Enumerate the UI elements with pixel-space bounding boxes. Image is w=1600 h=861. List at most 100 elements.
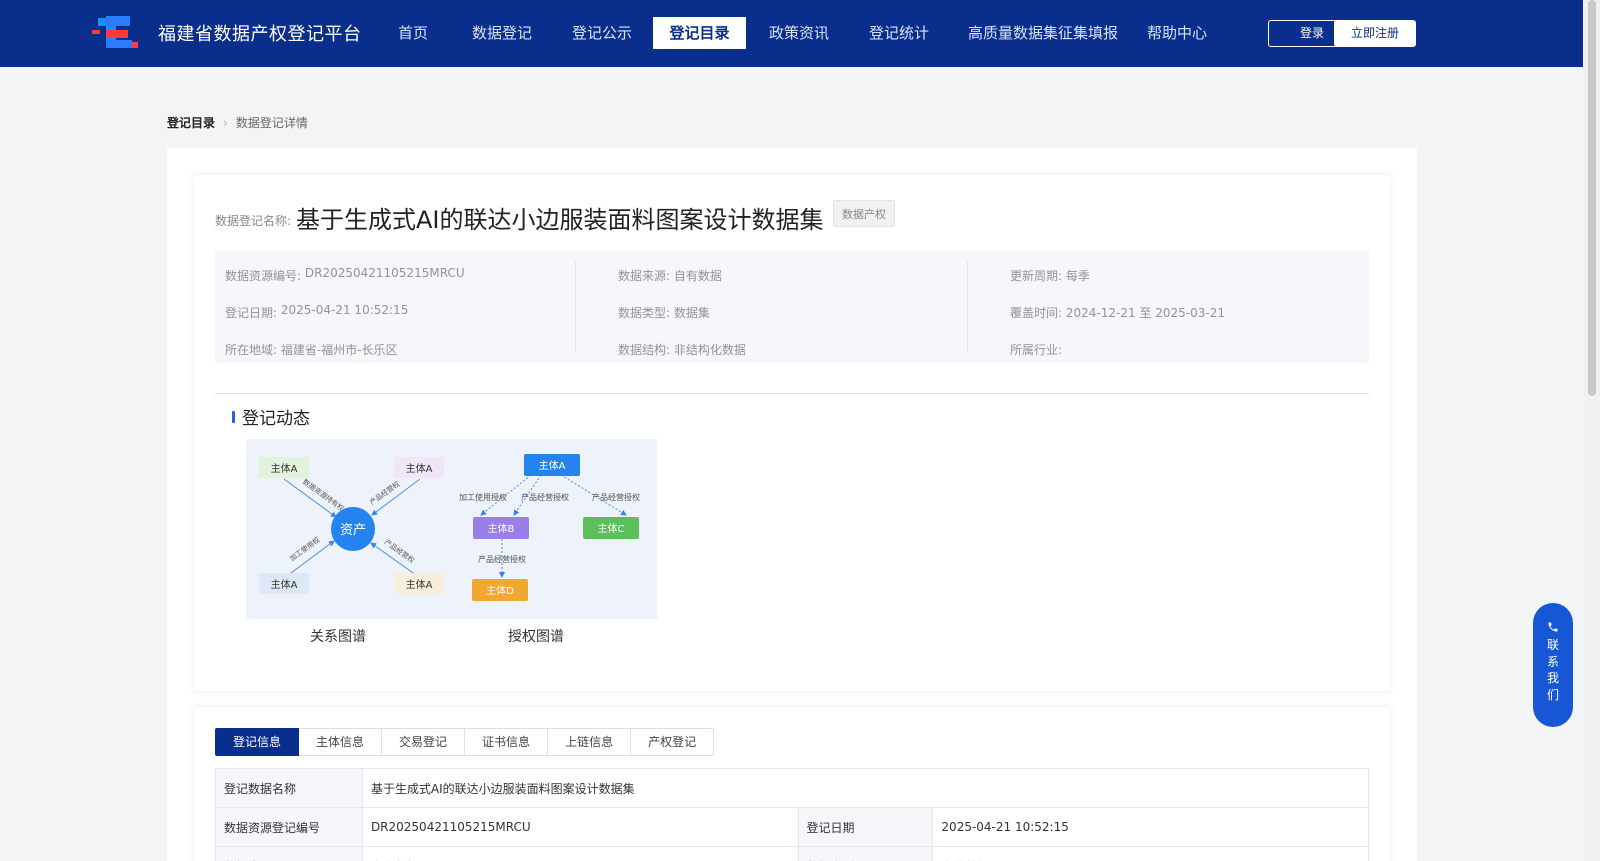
- info-item-coverage: 覆盖时间: 2024-12-21 至 2025-03-21: [1010, 304, 1225, 321]
- info-panel: 数据资源编号: DR20250421105215MRCU 登记日期: 2025-…: [215, 251, 1369, 363]
- graph-preview[interactable]: 资产 主体A 主体A 主体A 主体A 数据资源持有权 产品经营权 加工使用权 产…: [246, 439, 657, 619]
- table-key: 数据资源登记编号: [215, 807, 363, 847]
- register-button[interactable]: 立即注册: [1334, 20, 1416, 47]
- info-value: 自有数据: [673, 269, 722, 283]
- relation-edge-label: 产品经营权: [368, 479, 402, 507]
- tab-subject-info[interactable]: 主体信息: [299, 728, 383, 756]
- table-value: 自有数据: [361, 846, 799, 861]
- authorization-graph-caption[interactable]: 授权图谱: [508, 626, 564, 646]
- nav-registration-catalog[interactable]: 登记目录: [653, 17, 746, 49]
- nav-data-registration[interactable]: 数据登记: [467, 17, 537, 49]
- table-row: 登记数据名称 基于生成式AI的联达小边服装面料图案设计数据集: [215, 768, 1370, 808]
- relation-center: 资产: [340, 523, 366, 538]
- info-key: 更新周期:: [1010, 269, 1063, 283]
- info-item-source: 数据来源: 自有数据: [618, 267, 722, 284]
- tab-chain-info[interactable]: 上链信息: [548, 728, 632, 756]
- relation-node: 主体A: [271, 579, 298, 591]
- table-key: 数据来源: [215, 846, 363, 861]
- auth-node: 主体A: [539, 460, 566, 472]
- relation-node: 主体A: [271, 463, 298, 475]
- nav-quality-dataset[interactable]: 高质量数据集征集填报: [968, 17, 1118, 49]
- name-label: 数据登记名称:: [215, 214, 292, 228]
- info-key: 覆盖时间:: [1010, 306, 1063, 320]
- graph-svg: 资产 主体A 主体A 主体A 主体A 数据资源持有权 产品经营权 加工使用权 产…: [259, 454, 640, 601]
- info-value: 2024-12-21 至 2025-03-21: [1065, 306, 1225, 320]
- relation-node: 主体A: [406, 579, 433, 591]
- tab-certificate-info[interactable]: 证书信息: [465, 728, 549, 756]
- contact-char: 联: [1546, 638, 1559, 652]
- page-title: 基于生成式AI的联达小边服装面料图案设计数据集: [296, 206, 824, 234]
- info-key: 所在地域:: [225, 343, 278, 357]
- nav-registration-stats[interactable]: 登记统计: [864, 17, 934, 49]
- info-column-2: 数据来源: 自有数据 数据类型: 数据集 数据结构: 非结构化数据: [575, 261, 967, 357]
- contact-us-button[interactable]: 联 系 我 们: [1533, 603, 1573, 727]
- nav-help-center[interactable]: 帮助中心: [1142, 17, 1212, 49]
- relation-node: 主体A: [406, 463, 433, 475]
- info-item-reg-date: 登记日期: 2025-04-21 10:52:15: [225, 303, 409, 321]
- top-header: 福建省数据产权登记平台 首页 数据登记 登记公示 登记目录 政策资讯 登记统计 …: [0, 0, 1583, 67]
- phone-icon: [1548, 622, 1558, 632]
- auth-edge-label: 产品经营授权: [478, 554, 526, 564]
- section-marker: [232, 410, 235, 423]
- info-value: 数据集: [673, 306, 710, 320]
- breadcrumb: 登记目录 › 数据登记详情: [167, 114, 308, 131]
- tab-registration-info[interactable]: 登记信息: [215, 728, 300, 756]
- info-item-resource-no: 数据资源编号: DR20250421105215MRCU: [225, 266, 465, 284]
- info-value: 福建省-福州市-长乐区: [280, 343, 398, 357]
- breadcrumb-root[interactable]: 登记目录: [167, 114, 215, 131]
- site-title[interactable]: 福建省数据产权登记平台: [158, 20, 362, 46]
- chevron-right-icon: ›: [223, 115, 228, 130]
- auth-edge-label: 产品经营授权: [521, 492, 569, 502]
- info-item-structure: 数据结构: 非结构化数据: [618, 341, 746, 358]
- auth-node: 主体B: [488, 523, 515, 535]
- nav-home[interactable]: 首页: [392, 17, 434, 49]
- info-value: DR20250421105215MRCU: [304, 266, 465, 280]
- info-value: 非结构化数据: [673, 343, 746, 357]
- contact-char: 我: [1546, 671, 1559, 685]
- contact-char: 系: [1546, 654, 1559, 669]
- table-key: 登记日期: [797, 807, 934, 847]
- auth-node: 主体D: [486, 585, 514, 597]
- relation-graph-caption[interactable]: 关系图谱: [310, 626, 366, 646]
- contact-char: 们: [1546, 687, 1559, 702]
- scrollbar-thumb[interactable]: [1588, 0, 1596, 396]
- table-value: 企业数据: [932, 846, 1369, 861]
- table-row: 数据资源登记编号 DR20250421105215MRCU 登记日期 2025-…: [215, 807, 1369, 847]
- table-key: 数据类型: [797, 846, 934, 861]
- table-row: 数据来源 自有数据 数据类型 企业数据: [215, 846, 1369, 861]
- tab-property-registration[interactable]: 产权登记: [631, 728, 715, 756]
- info-column-3: 更新周期: 每季 覆盖时间: 2024-12-21 至 2025-03-21 所…: [967, 261, 1369, 357]
- section-title-text: 登记动态: [242, 409, 310, 429]
- tab-transaction-registration[interactable]: 交易登记: [382, 728, 466, 756]
- page-scrollbar[interactable]: [1584, 0, 1600, 861]
- info-item-industry: 所属行业:: [1010, 341, 1062, 358]
- info-value: 2025-04-21 10:52:15: [280, 303, 409, 317]
- type-badge: 数据产权: [833, 200, 895, 227]
- info-item-region: 所在地域: 福建省-福州市-长乐区: [225, 341, 398, 358]
- info-item-update-cycle: 更新周期: 每季: [1010, 267, 1090, 284]
- info-key: 数据结构:: [618, 343, 671, 357]
- info-value: 每季: [1065, 269, 1090, 283]
- info-key: 数据类型:: [618, 306, 671, 320]
- table-value: 2025-04-21 10:52:15: [932, 807, 1369, 847]
- info-key: 数据资源编号:: [225, 269, 302, 283]
- relation-edge-label: 加工使用权: [288, 535, 322, 563]
- table-key: 登记数据名称: [215, 768, 363, 808]
- nav-registration-notice[interactable]: 登记公示: [567, 17, 637, 49]
- breadcrumb-current: 数据登记详情: [235, 116, 308, 130]
- relation-edge-label: 产品经营权: [383, 537, 417, 565]
- nav-policy-news[interactable]: 政策资讯: [764, 17, 834, 49]
- platform-logo-icon[interactable]: [92, 14, 140, 52]
- section-title-dynamics: 登记动态: [232, 404, 310, 429]
- section-divider: [215, 393, 1369, 394]
- info-key: 登记日期:: [225, 306, 278, 320]
- auth-edge-label: 加工使用授权: [459, 492, 507, 502]
- table-value: 基于生成式AI的联达小边服装面料图案设计数据集: [361, 768, 1370, 808]
- relation-graph: 资产 主体A 主体A 主体A 主体A 数据资源持有权 产品经营权 加工使用权 产…: [259, 457, 444, 594]
- auth-edge-label: 产品经营授权: [592, 492, 640, 502]
- authorization-graph: 主体A 主体B 主体C 主体D 加工使用授权 产品经营授权 产品经营授权 产品经…: [459, 454, 640, 601]
- info-column-1: 数据资源编号: DR20250421105215MRCU 登记日期: 2025-…: [215, 261, 575, 357]
- table-value: DR20250421105215MRCU: [361, 807, 799, 847]
- info-tabs: 登记信息 主体信息 交易登记 证书信息 上链信息 产权登记: [215, 728, 715, 756]
- info-key: 所属行业:: [1010, 343, 1063, 357]
